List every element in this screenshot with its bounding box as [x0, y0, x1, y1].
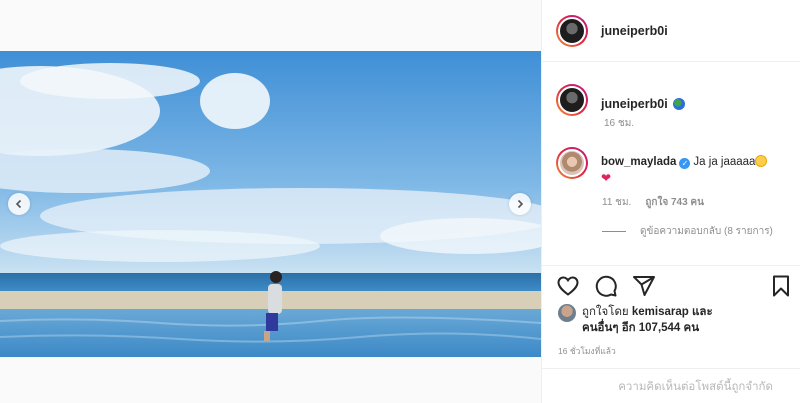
next-photo-button[interactable] [509, 193, 531, 215]
caption-avatar[interactable] [556, 84, 588, 116]
author-username[interactable]: juneiperb0i [601, 24, 668, 38]
replies-divider [602, 231, 626, 232]
comment-body: bow_maylada ✓ Ja ja jaaaaa ❤ [601, 154, 771, 187]
post-photo[interactable] [0, 51, 541, 357]
beach-photo [0, 51, 541, 357]
comments-limited-text: ความคิดเห็นต่อโพสต์นี้ถูกจำกัด [618, 380, 773, 393]
caption-row: juneiperb0i [556, 84, 685, 116]
post-actions: ถูกใจโดย kemisarap และ คนอื่นๆ อีก 107,5… [542, 265, 800, 403]
liked-by-user[interactable]: kemisarap [632, 306, 689, 318]
comment-row: bow_maylada ✓ Ja ja jaaaaa ❤ [556, 147, 771, 187]
bookmark-icon[interactable] [769, 274, 793, 298]
globe-emoji-icon [672, 98, 685, 110]
caption-time[interactable]: 16 ชม. [604, 116, 634, 131]
post-side-panel: juneiperb0i juneiperb0i 16 ชม. bow_mayla… [541, 0, 800, 403]
liked-by-prefix: ถูกใจโดย [582, 306, 629, 318]
liked-by-others[interactable]: คนอื่นๆ อีก 107,544 คน [582, 322, 699, 334]
liked-by-text: ถูกใจโดย kemisarap และ คนอื่นๆ อีก 107,5… [582, 304, 713, 336]
comments-limited-bar: ความคิดเห็นต่อโพสต์นี้ถูกจำกัด [542, 368, 800, 403]
previous-photo-button[interactable] [8, 193, 30, 215]
view-replies-button[interactable]: ดูข้อความตอบกลับ (8 รายการ) [602, 224, 773, 239]
post-timestamp[interactable]: 16 ชั่วโมงที่แล้ว [558, 344, 616, 358]
author-avatar[interactable] [556, 14, 588, 47]
heart-emoji-icon: ❤ [601, 171, 612, 185]
caption-username[interactable]: juneiperb0i [601, 97, 668, 111]
comment-meta: 11 ชม. ถูกใจ 743 คน [602, 195, 704, 210]
verified-icon: ✓ [679, 158, 691, 169]
instagram-post-view: juneiperb0i juneiperb0i 16 ชม. bow_mayla… [0, 0, 800, 403]
chevron-left-icon [15, 199, 22, 209]
share-icon[interactable] [632, 274, 656, 298]
commenter-username[interactable]: bow_maylada [601, 156, 676, 168]
comment-text: Ja ja jaaaaa [693, 156, 756, 168]
action-icons [556, 274, 656, 298]
chevron-right-icon [517, 199, 524, 209]
comment-time[interactable]: 11 ชม. [602, 195, 631, 210]
comment-icon[interactable] [594, 274, 618, 298]
smile-emoji-icon [755, 155, 768, 167]
heart-icon[interactable] [556, 274, 580, 298]
liked-by-section: ถูกใจโดย kemisarap และ คนอื่นๆ อีก 107,5… [558, 304, 713, 336]
liked-by-and: และ [691, 306, 713, 318]
view-replies-label: ดูข้อความตอบกลับ (8 รายการ) [640, 226, 773, 237]
post-header: juneiperb0i [542, 0, 800, 62]
comments-section: juneiperb0i 16 ชม. bow_maylada ✓ Ja ja jaa… [542, 62, 800, 265]
liker-avatar[interactable] [558, 304, 576, 322]
comment-likes[interactable]: ถูกใจ 743 คน [645, 195, 704, 210]
commenter-avatar[interactable] [556, 147, 588, 179]
media-panel [0, 0, 541, 403]
